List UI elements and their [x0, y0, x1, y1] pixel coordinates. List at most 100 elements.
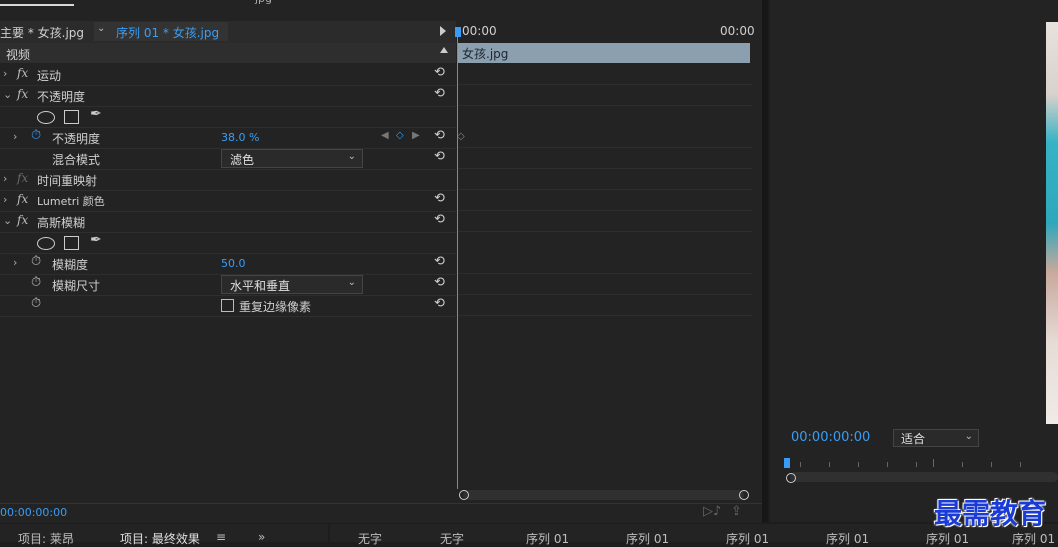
rectangle-mask-icon[interactable] [64, 236, 79, 250]
repeat-edge-checkbox[interactable] [221, 299, 234, 312]
reset-icon[interactable]: ⟲ [434, 65, 445, 80]
program-timecode[interactable]: 00:00:00:00 [791, 430, 870, 445]
collapse-up-icon[interactable] [440, 47, 448, 53]
tab-sequence[interactable]: 序列 01 [626, 530, 669, 547]
reset-icon[interactable]: ⟲ [434, 86, 445, 101]
scrollbar-left-handle[interactable] [459, 490, 469, 500]
effect-row-gaussian-blur[interactable]: ⌄ fx 高斯模糊 ⟲ [0, 211, 456, 233]
zoom-fit-dropdown[interactable]: 适合 ⌄ [893, 429, 979, 447]
chevron-right-icon[interactable]: › [13, 130, 17, 143]
chevron-right-icon[interactable]: › [3, 172, 7, 185]
dropdown-value: 水平和垂直 [230, 279, 291, 293]
chevron-down-icon: ⌄ [964, 431, 973, 442]
keyframe-marker-icon[interactable]: ◇ [457, 131, 465, 142]
stopwatch-icon[interactable]: ⏱ [31, 254, 41, 269]
blend-mode-dropdown[interactable]: 滤色 ⌄ [221, 149, 363, 168]
reset-icon[interactable]: ⟲ [434, 275, 445, 290]
property-row-opacity[interactable]: › ⏱ 不透明度 38.0 % ◀ ◇ ▶ ⟲ [0, 127, 456, 149]
reset-icon[interactable]: ⟲ [434, 254, 445, 269]
tab-sequence[interactable]: 无字 [440, 530, 464, 547]
fx-icon[interactable]: fx [17, 66, 28, 80]
tab-sequence[interactable]: 序列 01 [526, 530, 569, 547]
scrollbar-left-handle[interactable] [786, 473, 796, 483]
ellipse-mask-icon[interactable] [37, 111, 55, 124]
playhead-line[interactable] [457, 29, 458, 489]
timeline-zoom-scrollbar[interactable] [463, 490, 744, 500]
blur-dimensions-dropdown[interactable]: 水平和垂直 ⌄ [221, 275, 363, 294]
property-row-blurriness[interactable]: › ⏱ 模糊度 50.0 ⟲ [0, 253, 456, 275]
effect-row-opacity[interactable]: ⌄ fx 不透明度 ⟲ [0, 85, 456, 107]
next-keyframe-icon[interactable]: ▶ [412, 130, 420, 141]
clip-name: 女孩.jpg [462, 47, 509, 61]
tab-fragment: jpg [255, 0, 272, 5]
fx-icon: fx [17, 171, 29, 185]
opacity-value[interactable]: 38.0 % [221, 131, 259, 144]
ellipse-mask-icon[interactable] [37, 237, 55, 250]
effect-timeline[interactable] [456, 21, 762, 503]
timeline-row-line [458, 189, 752, 190]
play-audio-icon[interactable]: ▷♪ [703, 504, 721, 519]
tab-sequence[interactable]: 序列 01 [726, 530, 769, 547]
tab-sequence[interactable]: 无字 [358, 530, 382, 547]
ruler-tick [1020, 462, 1021, 467]
timeline-clip[interactable]: 女孩.jpg [458, 43, 750, 63]
reset-icon[interactable]: ⟲ [434, 149, 445, 164]
reset-icon[interactable]: ⟲ [434, 128, 445, 143]
fx-icon[interactable]: fx [17, 87, 28, 101]
chevron-right-icon[interactable]: › [13, 256, 17, 269]
stopwatch-icon[interactable]: ⏱ [31, 296, 41, 311]
chevron-right-icon[interactable]: › [3, 67, 7, 80]
program-zoom-scrollbar[interactable] [790, 472, 1058, 482]
property-row-repeat-edge: ⏱ 重复边缘像素 ⟲ [0, 295, 456, 317]
fx-icon[interactable]: fx [17, 213, 28, 227]
source-clip-label[interactable]: 主要 * 女孩.jpg [0, 24, 84, 41]
prev-keyframe-icon[interactable]: ◀ [381, 130, 389, 141]
chevron-down-icon[interactable]: ⌄ [3, 214, 12, 227]
video-section-header: 视频 [0, 43, 456, 63]
ruler-tick [887, 462, 888, 467]
export-frame-icon[interactable]: ⇪ [731, 504, 742, 519]
tab-project-leon[interactable]: 项目: 莱昂 [18, 530, 74, 547]
sequence-clip-selector[interactable]: ⌄ 序列 01 * 女孩.jpg [94, 22, 228, 41]
chevron-down-icon: ⌄ [347, 277, 356, 288]
reset-icon[interactable]: ⟲ [434, 296, 445, 311]
program-playhead[interactable] [784, 458, 790, 468]
timeline-row-line [458, 231, 752, 232]
stopwatch-icon[interactable]: ⏱ [31, 275, 41, 290]
chevron-right-icon[interactable]: › [3, 193, 7, 206]
stopwatch-icon[interactable]: ⏱ [31, 128, 41, 143]
effect-row-lumetri[interactable]: › fx Lumetri 颜色 ⟲ [0, 190, 456, 212]
reset-icon[interactable]: ⟲ [434, 191, 445, 206]
tab-sequence[interactable]: 序列 01 [926, 530, 969, 547]
timeline-row-line [458, 147, 752, 148]
chevron-down-icon[interactable]: ⌄ [3, 88, 12, 101]
playhead-handle[interactable] [455, 27, 461, 37]
effect-row-motion[interactable]: › fx 运动 ⟲ [0, 64, 456, 86]
ruler-tick [962, 462, 963, 467]
timeline-row-line [458, 105, 752, 106]
checkbox-label: 重复边缘像素 [239, 300, 312, 314]
pen-mask-icon[interactable]: ✒ [90, 232, 102, 248]
reset-icon[interactable]: ⟲ [434, 212, 445, 227]
mask-tools-row: ✒ [0, 106, 456, 128]
fx-icon[interactable]: fx [17, 192, 28, 206]
add-keyframe-icon[interactable]: ◇ [396, 130, 404, 141]
tab-project-final[interactable]: 项目: 最终效果 [120, 530, 200, 547]
rectangle-mask-icon[interactable] [64, 110, 79, 124]
ruler-tick [933, 459, 934, 467]
program-time-ruler[interactable] [785, 456, 1058, 470]
timeline-row-line [458, 210, 752, 211]
pen-mask-icon[interactable]: ✒ [90, 106, 102, 122]
effect-controls-timecode[interactable]: 00:00:00:00 [0, 506, 67, 519]
timeline-row-line [458, 273, 752, 274]
active-tab-underline [0, 4, 74, 6]
play-only-clip-icon[interactable] [440, 26, 446, 36]
tab-sequence[interactable]: 序列 01 [1012, 530, 1055, 547]
chevron-down-icon: ⌄ [97, 23, 106, 34]
effect-row-time-remap[interactable]: › fx 时间重映射 [0, 169, 456, 191]
scrollbar-right-handle[interactable] [739, 490, 749, 500]
tab-sequence[interactable]: 序列 01 [826, 530, 869, 547]
blurriness-value[interactable]: 50.0 [221, 257, 246, 270]
panel-divider[interactable] [762, 0, 768, 522]
chevron-down-icon: ⌄ [347, 151, 356, 162]
